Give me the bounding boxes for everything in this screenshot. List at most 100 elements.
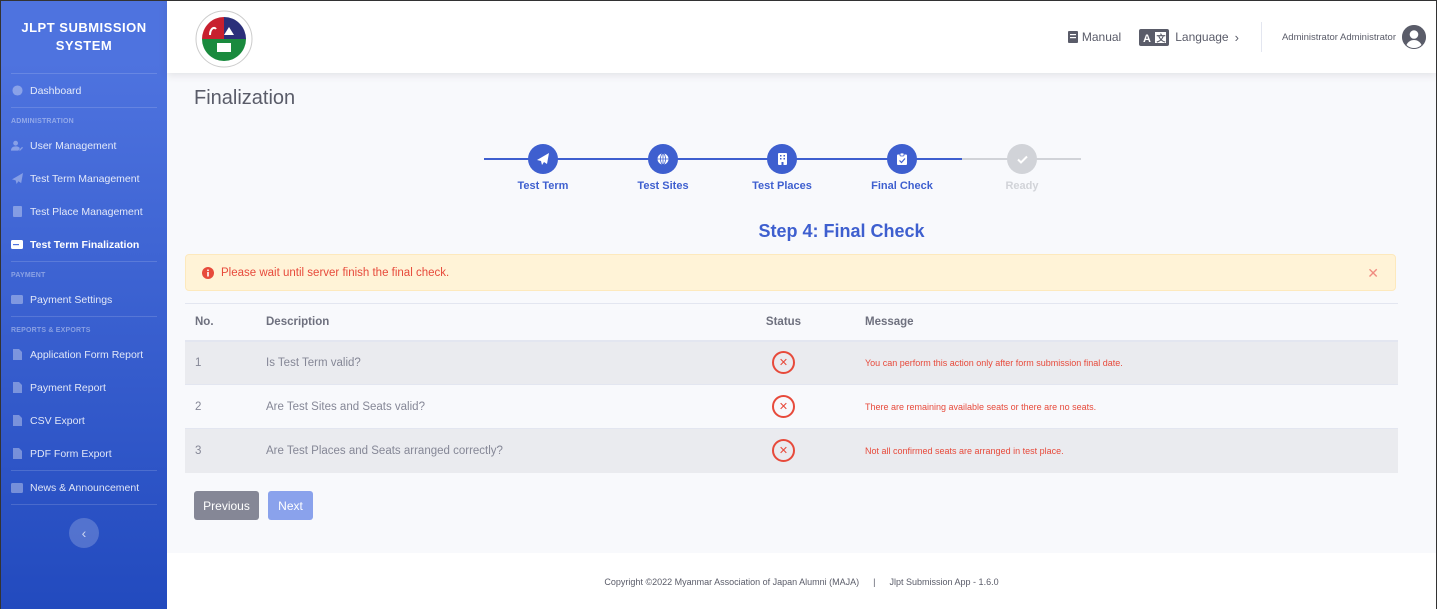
row-number: 3 [185, 428, 256, 473]
topbar: Manual A文 Language › Administrator Admin… [167, 1, 1436, 73]
sidebar-item-pdf-form-export[interactable]: PDF Form Export [1, 437, 167, 470]
step-test-places[interactable]: Test Places [742, 144, 822, 192]
copyright-text: Copyright ©2022 Myanmar Association of J… [604, 576, 860, 587]
sidebar-item-application-form-report[interactable]: Application Form Report [1, 338, 167, 371]
globe-icon [648, 144, 678, 174]
building-icon [11, 206, 23, 218]
sidebar-item-payment-report[interactable]: Payment Report [1, 371, 167, 404]
row-message: There are remaining available seats or t… [841, 384, 1398, 429]
column-header-message: Message [865, 315, 914, 328]
section-heading-administration: ADMINISTRATION [11, 118, 74, 125]
step-test-term[interactable]: Test Term [503, 144, 583, 192]
footer-separator: | [873, 576, 876, 587]
file-invoice-icon [11, 382, 23, 394]
manual-link[interactable]: Manual [1067, 30, 1122, 44]
chevron-left-icon: ‹ [81, 525, 87, 541]
language-dropdown[interactable]: A文 Language › [1139, 28, 1239, 46]
sidebar-item-csv-export[interactable]: CSV Export [1, 404, 167, 437]
book-icon [1067, 31, 1078, 43]
table-row: 3 Are Test Places and Seats arranged cor… [185, 428, 1398, 473]
newspaper-icon [11, 482, 23, 494]
sidebar-item-label: Test Place Management [30, 205, 143, 218]
language-label: Language [1175, 30, 1229, 44]
step-final-check[interactable]: Final Check [862, 144, 942, 192]
user-edit-icon [11, 140, 23, 152]
step-label: Final Check [871, 180, 933, 192]
step-label: Ready [1005, 180, 1039, 192]
topbar-actions: Manual A文 Language › Administrator Admin… [1067, 1, 1426, 73]
row-message: You can perform this action only after f… [841, 340, 1398, 385]
file-csv-icon [11, 415, 23, 427]
footer: Copyright ©2022 Myanmar Association of J… [167, 553, 1436, 609]
times-circle-icon: ✕ [772, 395, 795, 418]
step-test-sites[interactable]: Test Sites [623, 144, 703, 192]
file-icon [11, 349, 23, 361]
times-circle-icon: ✕ [772, 351, 795, 375]
maja-logo[interactable] [194, 9, 254, 69]
step-heading: Step 4: Final Check [758, 221, 925, 241]
row-description: Are Test Places and Seats arranged corre… [256, 428, 726, 473]
app-version: Jlpt Submission App - 1.6.0 [889, 576, 999, 587]
manual-label: Manual [1081, 30, 1122, 44]
next-button[interactable]: Next [268, 491, 313, 520]
stepper: Test Term Test Sites Test Places Final C… [167, 140, 1436, 192]
sidebar-item-test-place-management[interactable]: Test Place Management [1, 195, 167, 228]
user-name[interactable]: Administrator Administrator [1282, 32, 1396, 43]
sidebar-item-label: PDF Form Export [30, 447, 112, 460]
row-description: Are Test Sites and Seats valid? [256, 384, 726, 429]
sidebar-toggle-button[interactable]: ‹ [69, 518, 99, 548]
svg-text:A: A [1143, 33, 1151, 45]
check-icon [1007, 144, 1037, 174]
info-circle-icon [202, 266, 214, 279]
step-label: Test Sites [637, 180, 689, 192]
final-check-table: No. Description Status Message 1 Is Test… [185, 303, 1398, 473]
row-status: ✕ [726, 384, 841, 429]
sidebar-item-label: Test Term Management [30, 172, 140, 185]
sidebar-item-label: Test Term Finalization [30, 238, 140, 251]
times-circle-icon: ✕ [772, 439, 795, 463]
sidebar-item-label: Payment Report [30, 381, 106, 394]
sidebar-item-label: CSV Export [30, 414, 85, 427]
sidebar-item-dashboard[interactable]: Dashboard [1, 74, 167, 107]
sidebar-item-label: Payment Settings [30, 293, 113, 306]
row-number: 1 [185, 340, 256, 385]
sidebar-item-user-management[interactable]: User Management [1, 129, 167, 162]
topbar-divider [1260, 22, 1262, 52]
building-icon [767, 144, 797, 174]
sidebar-item-label: News & Announcement [30, 481, 140, 494]
sidebar: JLPT SUBMISSION SYSTEM Dashboard ADMINIS… [1, 1, 167, 609]
paper-plane-icon [11, 173, 23, 185]
previous-button[interactable]: Previous [194, 491, 259, 520]
sidebar-item-news[interactable]: News & Announcement [1, 471, 167, 504]
warning-alert: Please wait until server finish the fina… [185, 254, 1396, 291]
sidebar-item-label: Dashboard [30, 84, 82, 97]
row-status: ✕ [726, 340, 841, 385]
step-label: Test Places [752, 180, 812, 192]
user-avatar-icon[interactable] [1402, 25, 1426, 49]
sidebar-item-label: User Management [30, 139, 117, 152]
clipboard-check-icon [887, 144, 917, 174]
column-header-description: Description [266, 315, 330, 328]
brand-title[interactable]: JLPT SUBMISSION SYSTEM [1, 1, 167, 73]
id-card-icon [11, 239, 23, 251]
row-status: ✕ [726, 428, 841, 473]
chevron-right-icon: › [1234, 29, 1239, 45]
close-icon[interactable]: ✕ [1367, 265, 1379, 282]
sidebar-item-payment-settings[interactable]: Payment Settings [1, 283, 167, 316]
table-header-row: No. Description Status Message [185, 303, 1398, 341]
row-number: 2 [185, 384, 256, 429]
section-heading-payment: PAYMENT [11, 272, 46, 279]
credit-card-icon [11, 294, 23, 306]
svg-text:文: 文 [1156, 32, 1167, 43]
step-ready[interactable]: Ready [982, 144, 1062, 192]
main-content: Finalization Test Term Test Sites Test P… [167, 73, 1436, 553]
sidebar-item-test-term-finalization[interactable]: Test Term Finalization [1, 228, 167, 261]
language-icon: A文 [1139, 28, 1170, 46]
section-heading-reports: REPORTS & EXPORTS [11, 327, 91, 334]
table-row: 1 Is Test Term valid? ✕ You can perform … [185, 340, 1398, 385]
row-description: Is Test Term valid? [256, 340, 726, 385]
divider [11, 504, 157, 505]
sidebar-item-test-term-management[interactable]: Test Term Management [1, 162, 167, 195]
page-title: Finalization [194, 87, 296, 109]
tachometer-icon [11, 85, 23, 97]
